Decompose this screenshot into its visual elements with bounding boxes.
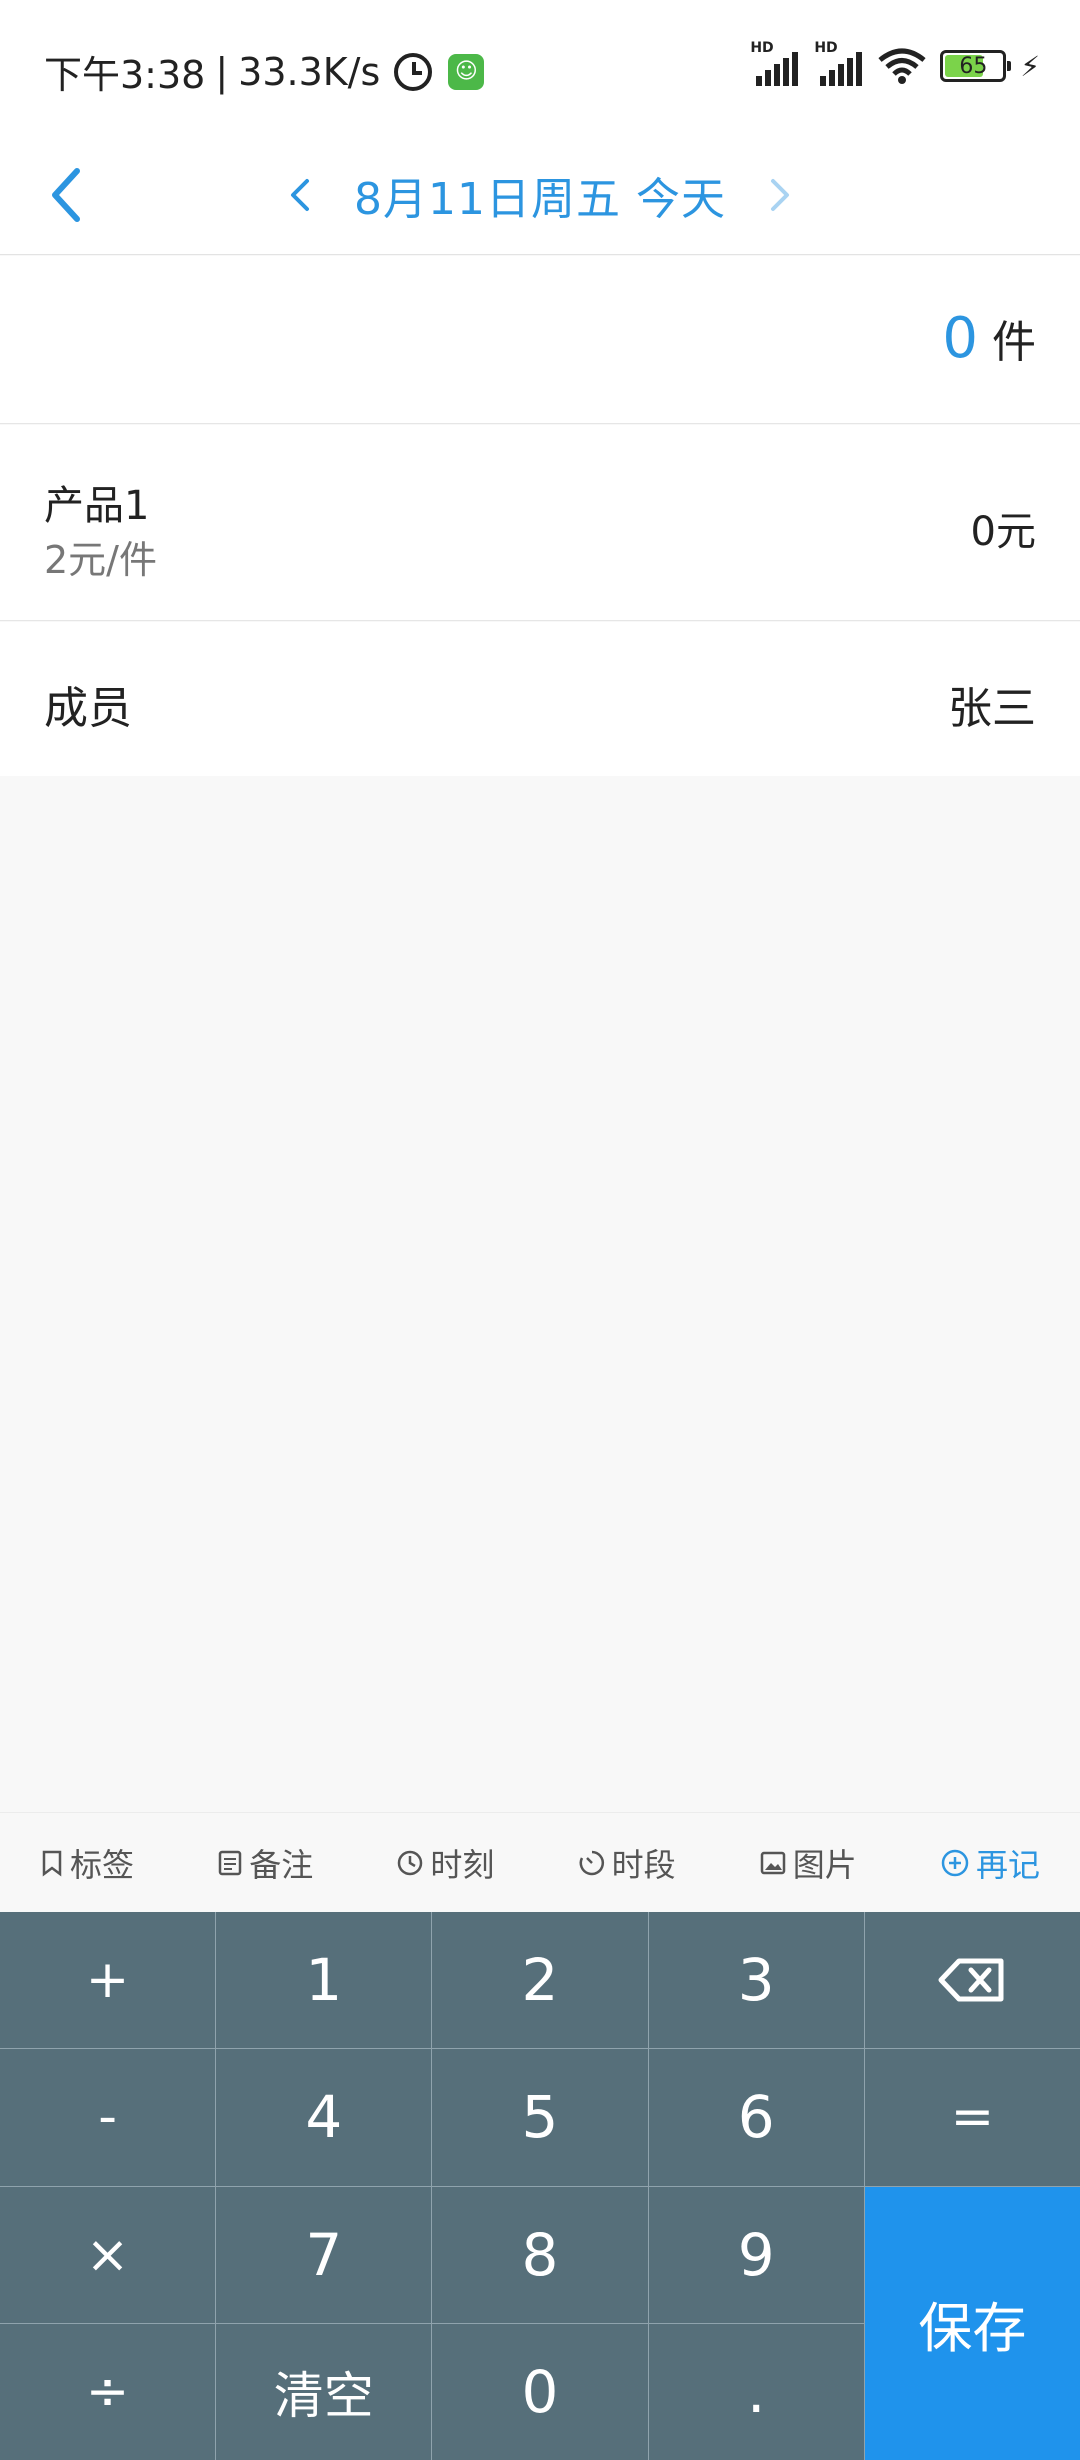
charging-icon: ⚡: [1020, 49, 1040, 83]
network-speed: 33.3K/s: [238, 49, 381, 94]
member-value: 张三: [948, 683, 1036, 734]
date-navigator: 8月11日周五 今天: [0, 135, 1080, 255]
key-5[interactable]: 5: [432, 2049, 648, 2186]
status-right: HD HD 65 ⚡: [750, 40, 1040, 86]
key-0[interactable]: 0: [432, 2323, 648, 2460]
product-amount: 0元: [970, 509, 1036, 555]
status-separator: |: [215, 49, 229, 94]
battery-level: 65: [959, 53, 988, 79]
key-7[interactable]: 7: [216, 2186, 432, 2323]
status-left: 下午3:38 | 33.3K/s ☺: [44, 44, 485, 99]
key-minus[interactable]: -: [0, 2049, 216, 2186]
tag-button[interactable]: 标签: [40, 1840, 134, 1886]
wifi-icon: [878, 48, 926, 84]
status-bar: 下午3:38 | 33.3K/s ☺ HD HD 65 ⚡: [0, 0, 1080, 135]
image-icon: [759, 1849, 787, 1877]
quantity-unit: 件: [992, 317, 1036, 368]
signal-icon: HD: [814, 40, 864, 86]
key-multiply[interactable]: ×: [0, 2186, 216, 2323]
backspace-icon: [938, 1958, 1004, 2002]
battery-icon: 65: [940, 50, 1012, 82]
key-9[interactable]: 9: [648, 2186, 864, 2323]
product-unit-price: 2元/件: [44, 538, 157, 582]
quantity-row[interactable]: 0 件: [0, 256, 1080, 424]
next-day-button[interactable]: [750, 155, 810, 235]
image-label: 图片: [792, 1845, 857, 1884]
product-row[interactable]: 产品1 2元/件 0元: [0, 425, 1080, 621]
clock-icon: [396, 1849, 424, 1877]
key-plus[interactable]: +: [0, 1912, 216, 2049]
image-button[interactable]: 图片: [759, 1840, 857, 1886]
prev-day-button[interactable]: [270, 155, 330, 235]
key-4[interactable]: 4: [216, 2049, 432, 2186]
key-1[interactable]: 1: [216, 1912, 432, 2049]
key-clear[interactable]: 清空: [216, 2323, 432, 2460]
key-3[interactable]: 3: [648, 1912, 864, 2049]
plus-circle-icon: [940, 1848, 970, 1878]
note-button[interactable]: 备注: [217, 1840, 313, 1886]
tag-label: 标签: [70, 1845, 135, 1884]
note-label: 备注: [249, 1845, 314, 1884]
backspace-key[interactable]: [864, 1912, 1080, 2049]
member-label: 成员: [44, 683, 132, 734]
chevron-right-icon: [770, 179, 789, 211]
quantity-display: 0 件: [942, 306, 1036, 371]
time-period-label: 时段: [611, 1845, 676, 1884]
entry-toolbar: 标签 备注 时刻 时段 图片 再记: [0, 1812, 1080, 1912]
save-button[interactable]: 保存: [864, 2186, 1080, 2460]
header: 8月11日周五 今天: [0, 135, 1080, 255]
key-6[interactable]: 6: [648, 2049, 864, 2186]
time-point-button[interactable]: 时刻: [396, 1840, 494, 1886]
member-row[interactable]: 成员 张三: [0, 622, 1080, 776]
numeric-keypad: + 1 2 3 - 4 5 6 = × 7 8 9 ÷ 清空 0 . 保存: [0, 1912, 1080, 2460]
key-8[interactable]: 8: [432, 2186, 648, 2323]
app-notification-icon: ☺: [448, 53, 485, 90]
tag-icon: [40, 1849, 64, 1877]
key-divide[interactable]: ÷: [0, 2323, 216, 2460]
note-icon: [217, 1849, 243, 1877]
quantity-value: 0: [942, 306, 978, 371]
chevron-left-icon: [291, 179, 310, 211]
alarm-icon: [394, 52, 433, 91]
key-dot[interactable]: .: [648, 2323, 864, 2460]
status-time: 下午3:38: [44, 53, 206, 97]
record-again-button[interactable]: 再记: [940, 1840, 1040, 1886]
app-root: 下午3:38 | 33.3K/s ☺ HD HD 65 ⚡ 8月11日周五 今天…: [0, 0, 1080, 2460]
time-period-button[interactable]: 时段: [578, 1840, 676, 1886]
date-title[interactable]: 8月11日周五 今天: [354, 163, 726, 227]
product-name: 产品1: [44, 483, 150, 529]
record-again-label: 再记: [975, 1845, 1040, 1884]
key-2[interactable]: 2: [432, 1912, 648, 2049]
time-point-label: 时刻: [430, 1845, 495, 1884]
signal-icon: HD: [750, 40, 800, 86]
timer-icon: [578, 1849, 606, 1877]
key-equals[interactable]: =: [864, 2049, 1080, 2186]
